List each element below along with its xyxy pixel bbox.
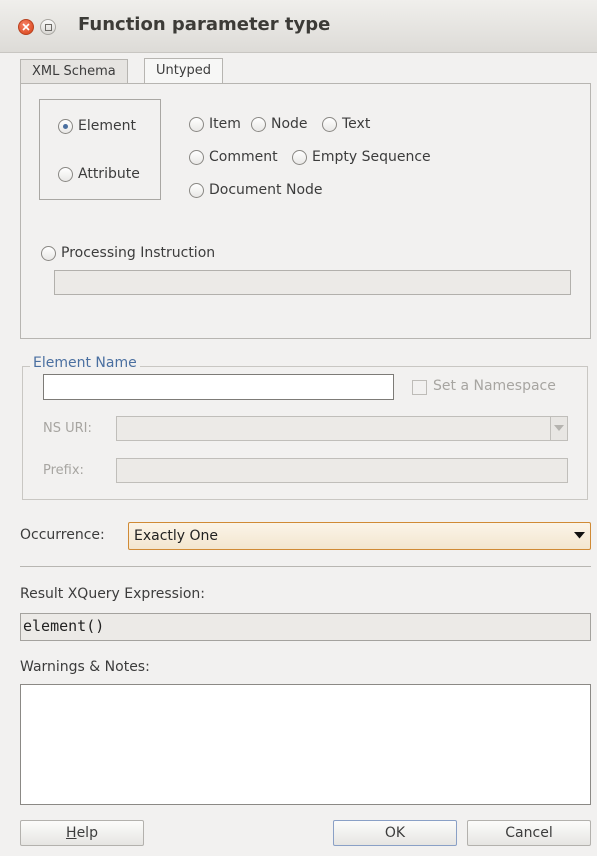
radio-processing-instruction[interactable]: Processing Instruction: [41, 245, 215, 261]
occurrence-label: Occurrence:: [20, 527, 105, 543]
warnings-textarea[interactable]: [20, 684, 591, 805]
processing-instruction-field[interactable]: [54, 270, 571, 295]
radio-processing-instruction-label: Processing Instruction: [61, 245, 216, 261]
cancel-button[interactable]: Cancel: [467, 820, 591, 846]
prefix-input[interactable]: [116, 458, 568, 483]
set-namespace-checkbox[interactable]: [412, 380, 427, 395]
radio-comment-label: Comment: [209, 149, 278, 165]
radio-attribute-label: Attribute: [78, 166, 140, 182]
radio-item[interactable]: Item: [189, 116, 241, 132]
radio-text-indicator[interactable]: [322, 116, 337, 132]
help-button[interactable]: Help: [20, 820, 144, 846]
result-label: Result XQuery Expression:: [20, 586, 206, 602]
kind-group: [39, 99, 161, 200]
radio-empty-sequence-label: Empty Sequence: [312, 149, 431, 165]
radio-attribute[interactable]: Attribute: [58, 166, 140, 182]
radio-empty-sequence[interactable]: Empty Sequence: [292, 149, 431, 165]
warnings-label: Warnings & Notes:: [20, 659, 150, 675]
radio-document-node-indicator[interactable]: [189, 182, 204, 198]
help-mnemonic: H: [66, 825, 77, 841]
ok-button[interactable]: OK: [333, 820, 457, 846]
tab-xml-schema[interactable]: XML Schema: [20, 59, 128, 83]
radio-document-node[interactable]: Document Node: [189, 182, 323, 198]
radio-comment[interactable]: Comment: [189, 149, 278, 165]
separator: [20, 566, 591, 567]
radio-element[interactable]: Element: [58, 118, 136, 134]
radio-node[interactable]: Node: [251, 116, 308, 132]
radio-item-label: Item: [209, 116, 241, 132]
radio-document-node-label: Document Node: [209, 182, 323, 198]
result-field: [20, 613, 591, 641]
radio-processing-instruction-indicator[interactable]: [41, 245, 56, 261]
radio-text[interactable]: Text: [322, 116, 370, 132]
radio-attribute-indicator[interactable]: [58, 166, 73, 182]
radio-node-indicator[interactable]: [251, 116, 266, 132]
ns-uri-dropdown-button[interactable]: [550, 417, 567, 440]
ns-uri-label: NS URI:: [43, 421, 92, 436]
radio-node-label: Node: [271, 116, 308, 132]
radio-item-indicator[interactable]: [189, 116, 204, 132]
result-value: element(): [23, 617, 105, 635]
prefix-label: Prefix:: [43, 463, 84, 478]
radio-empty-sequence-indicator[interactable]: [292, 149, 307, 165]
element-name-legend: Element Name: [30, 355, 140, 371]
window-title: Function parameter type: [78, 14, 331, 35]
radio-element-indicator[interactable]: [58, 118, 73, 134]
element-name-input[interactable]: [43, 374, 394, 400]
radio-text-label: Text: [342, 116, 371, 132]
help-label: elp: [76, 825, 98, 841]
set-namespace-label: Set a Namespace: [433, 378, 556, 394]
ns-uri-combo[interactable]: [116, 416, 568, 441]
tab-untyped[interactable]: Untyped: [144, 58, 224, 84]
radio-element-label: Element: [78, 118, 136, 134]
occurrence-value: Exactly One: [134, 528, 219, 544]
close-icon[interactable]: [18, 19, 34, 35]
chevron-down-icon: [554, 425, 564, 431]
maximize-icon[interactable]: [40, 19, 56, 35]
radio-comment-indicator[interactable]: [189, 149, 204, 165]
dropdown-arrow-icon[interactable]: [574, 532, 585, 539]
